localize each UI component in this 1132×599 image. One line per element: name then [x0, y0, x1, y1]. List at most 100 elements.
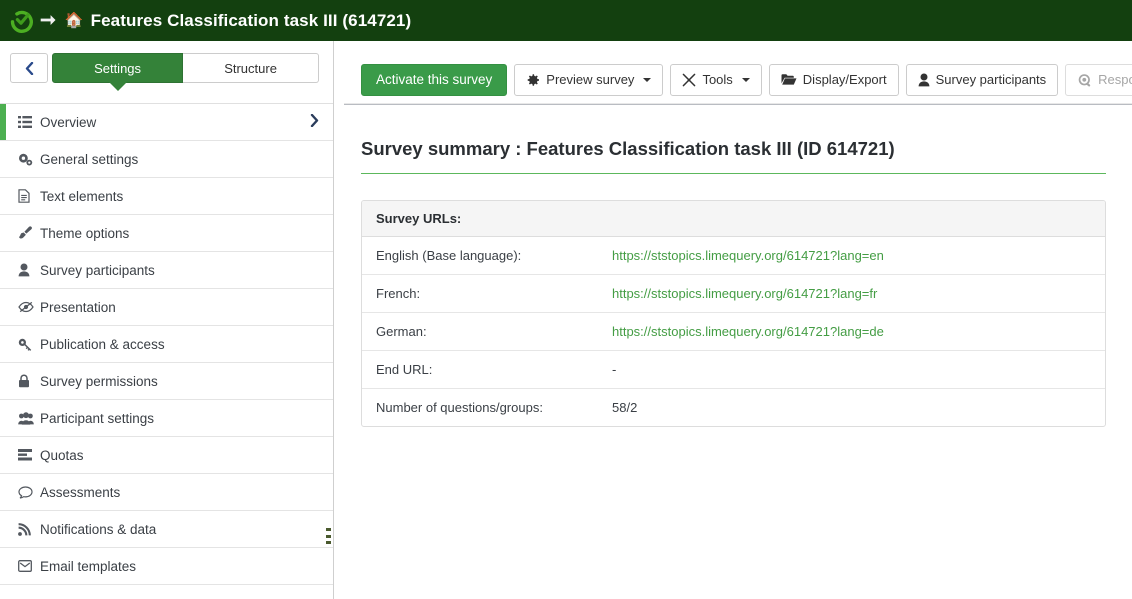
content-area: Activate this survey Preview survey	[334, 41, 1132, 599]
survey-participants-button[interactable]: Survey participants	[906, 64, 1059, 96]
gear-icon	[526, 73, 540, 87]
sidebar-item-survey-permissions[interactable]: Survey permissions	[0, 363, 333, 400]
sidebar-item-label: Text elements	[40, 189, 123, 204]
survey-participants-label: Survey participants	[936, 72, 1047, 87]
bars-icon	[18, 449, 40, 461]
grip-line	[326, 535, 331, 538]
survey-summary-pane: Survey summary : Features Classification…	[334, 105, 1132, 599]
tab-structure-label: Structure	[224, 61, 277, 76]
sidebar-item-survey-participants[interactable]: Survey participants	[0, 252, 333, 289]
preview-survey-label: Preview survey	[546, 72, 634, 87]
chevron-down-icon	[643, 78, 651, 82]
tools-button[interactable]: Tools	[670, 64, 761, 96]
gears-icon	[18, 153, 40, 166]
key-icon	[18, 338, 40, 351]
row-label: French:	[376, 286, 612, 301]
sidebar-item-label: Presentation	[40, 300, 116, 315]
title-underline	[361, 173, 1106, 174]
sidebar-item-label: Notifications & data	[40, 522, 156, 537]
chevron-left-icon	[25, 62, 34, 75]
user-icon	[18, 263, 40, 277]
sidebar-item-quotas[interactable]: Quotas	[0, 437, 333, 474]
sidebar-menu-list: Overview General settings	[0, 103, 333, 585]
responses-label: Responses	[1098, 72, 1132, 87]
sidebar-item-label: Email templates	[40, 559, 136, 574]
sidebar-tab-bar: Settings Structure	[10, 53, 319, 83]
lock-icon	[18, 374, 40, 388]
tab-settings-label: Settings	[94, 61, 141, 76]
chevron-right-icon	[310, 114, 319, 130]
sidebar-item-label: Quotas	[40, 448, 84, 463]
folder-open-icon	[781, 73, 797, 86]
grip-line	[326, 528, 331, 531]
top-header-bar: ➞ 🏠 Features Classification task III (61…	[0, 0, 1132, 41]
comment-icon	[18, 486, 40, 499]
table-row: German: https://ststopics.limequery.org/…	[362, 313, 1105, 351]
sidebar-item-label: Survey permissions	[40, 374, 158, 389]
limesurvey-logo-icon[interactable]	[9, 8, 35, 34]
eye-slash-icon	[18, 301, 40, 313]
sidebar-item-label: Theme options	[40, 226, 129, 241]
sidebar-item-text-elements[interactable]: Text elements	[0, 178, 333, 215]
row-label: English (Base language):	[376, 248, 612, 263]
sidebar-item-label: Assessments	[40, 485, 120, 500]
sidebar-item-label: Survey participants	[40, 263, 155, 278]
list-icon	[18, 116, 40, 128]
sidebar-item-assessments[interactable]: Assessments	[0, 474, 333, 511]
sidebar-item-label: Publication & access	[40, 337, 165, 352]
page-title-header: Features Classification task III (614721…	[91, 11, 412, 31]
sidebar-item-participant-settings[interactable]: Participant settings	[0, 400, 333, 437]
tab-settings[interactable]: Settings	[52, 53, 183, 83]
row-label: Number of questions/groups:	[376, 400, 612, 415]
arrow-right-icon: ➞	[40, 11, 56, 30]
grip-line	[326, 541, 331, 544]
survey-urls-panel-header: Survey URLs:	[362, 201, 1105, 237]
sidebar-item-publication-access[interactable]: Publication & access	[0, 326, 333, 363]
questions-groups-value: 58/2	[612, 400, 637, 415]
sidebar-collapse-button[interactable]	[10, 53, 48, 83]
row-label: End URL:	[376, 362, 612, 377]
display-export-button[interactable]: Display/Export	[769, 64, 899, 96]
activate-survey-button[interactable]: Activate this survey	[361, 64, 507, 96]
row-label: German:	[376, 324, 612, 339]
file-text-icon	[18, 189, 40, 203]
responses-button[interactable]: Responses	[1065, 64, 1132, 96]
page-body: Settings Structure Overview	[0, 41, 1132, 599]
display-export-label: Display/Export	[803, 72, 887, 87]
tools-label: Tools	[702, 72, 732, 87]
sidebar-item-label: Participant settings	[40, 411, 154, 426]
sidebar-resize-grip[interactable]	[326, 528, 331, 544]
sidebar-item-overview[interactable]: Overview	[0, 104, 333, 141]
table-row: French: https://ststopics.limequery.org/…	[362, 275, 1105, 313]
sidebar-item-theme-options[interactable]: Theme options	[0, 215, 333, 252]
sidebar-item-notifications-data[interactable]: Notifications & data	[0, 511, 333, 548]
survey-url-de[interactable]: https://ststopics.limequery.org/614721?l…	[612, 324, 884, 339]
sidebar-item-presentation[interactable]: Presentation	[0, 289, 333, 326]
users-icon	[18, 412, 40, 425]
sidebar-item-label: General settings	[40, 152, 138, 167]
tab-active-caret	[109, 82, 127, 91]
page-title: Survey summary : Features Classification…	[361, 105, 1106, 173]
preview-survey-button[interactable]: Preview survey	[514, 64, 663, 96]
activate-survey-label: Activate this survey	[376, 72, 492, 87]
envelope-icon	[18, 560, 40, 572]
home-icon[interactable]: 🏠	[65, 13, 84, 28]
sidebar-item-general-settings[interactable]: General settings	[0, 141, 333, 178]
tools-icon	[682, 73, 696, 87]
rss-icon	[18, 523, 40, 536]
survey-url-en[interactable]: https://ststopics.limequery.org/614721?l…	[612, 248, 884, 263]
paintbrush-icon	[18, 226, 40, 240]
responses-icon	[1077, 73, 1092, 87]
table-row: Number of questions/groups: 58/2	[362, 389, 1105, 426]
survey-url-fr[interactable]: https://ststopics.limequery.org/614721?l…	[612, 286, 877, 301]
tab-structure[interactable]: Structure	[183, 53, 319, 83]
survey-toolbar: Activate this survey Preview survey	[334, 41, 1132, 103]
chevron-down-icon	[742, 78, 750, 82]
end-url-value: -	[612, 362, 616, 377]
sidebar-item-email-templates[interactable]: Email templates	[0, 548, 333, 585]
table-row: English (Base language): https://ststopi…	[362, 237, 1105, 275]
user-icon	[918, 73, 930, 87]
sidebar-item-label: Overview	[40, 115, 96, 130]
survey-urls-panel: Survey URLs: English (Base language): ht…	[361, 200, 1106, 427]
settings-sidebar: Settings Structure Overview	[0, 41, 334, 599]
